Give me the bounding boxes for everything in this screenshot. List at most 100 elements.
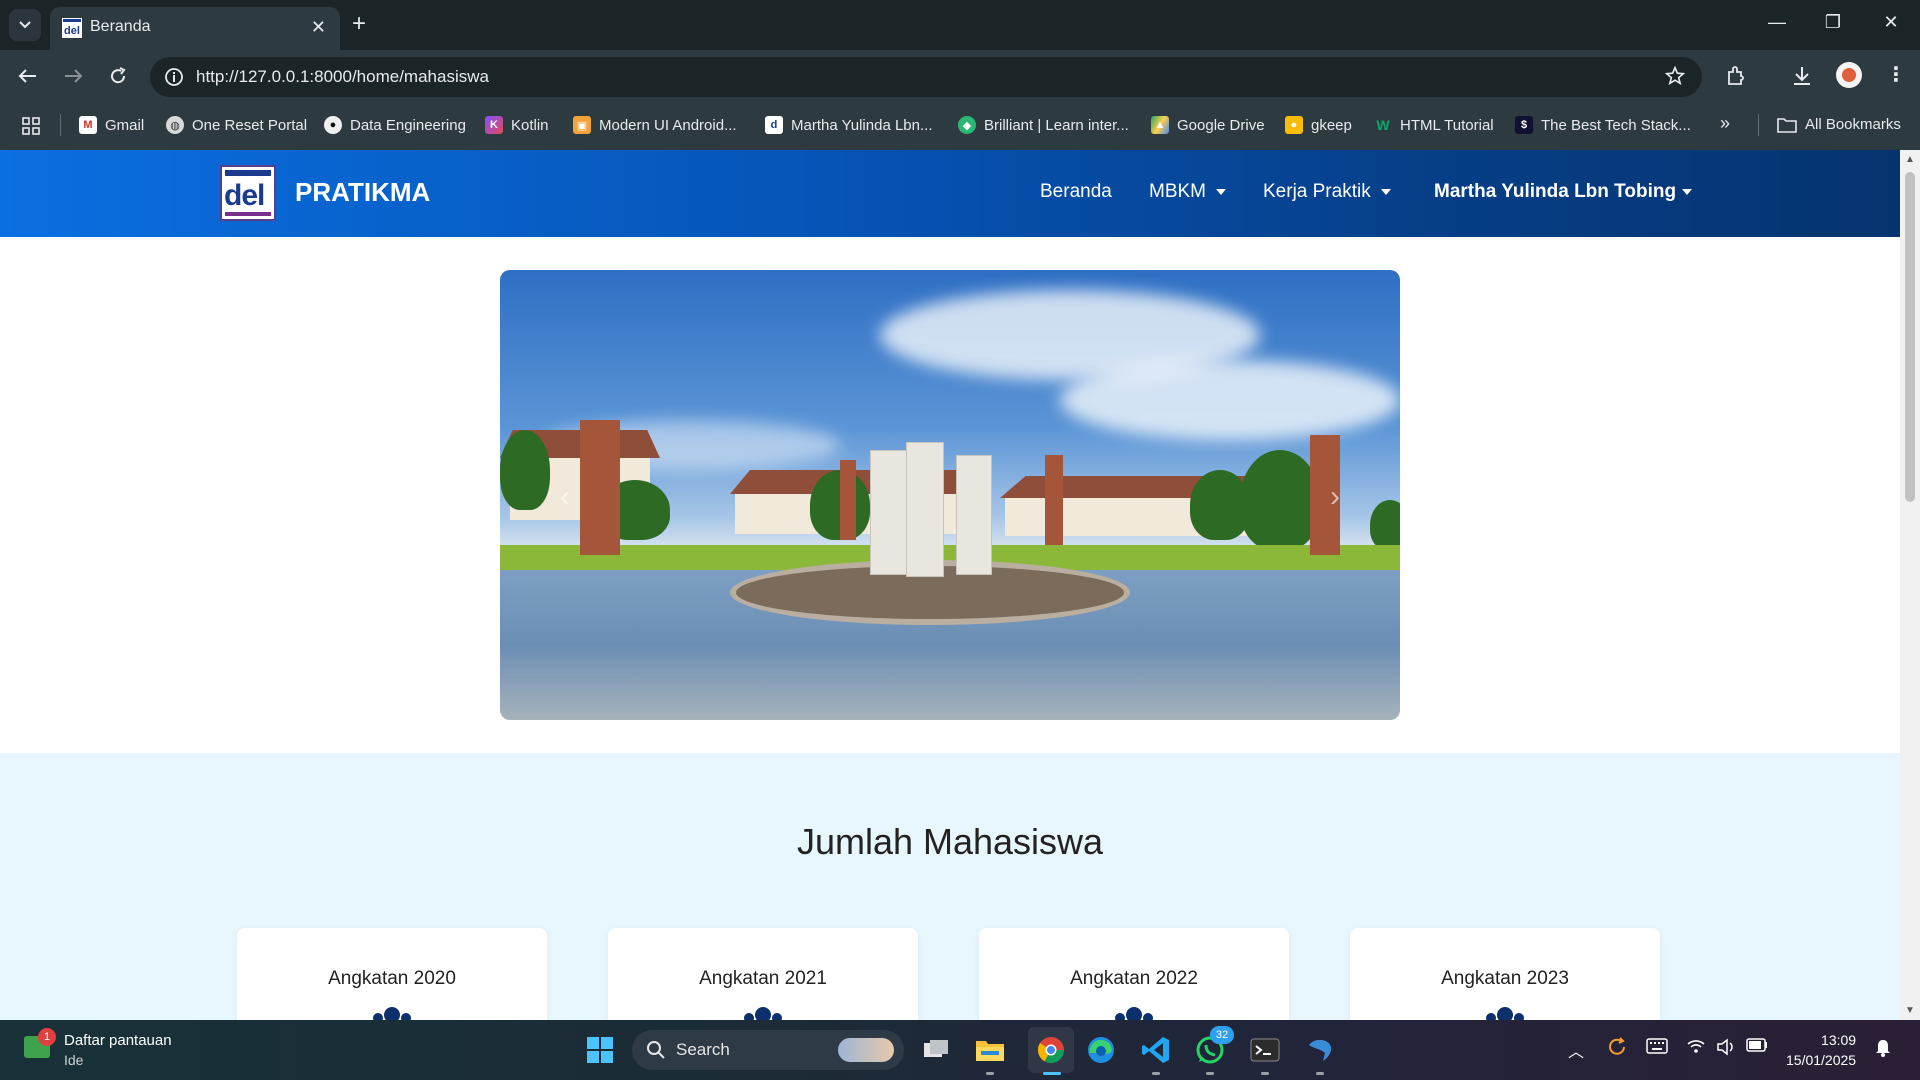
start-button[interactable] <box>582 1032 618 1068</box>
hero-tree <box>1370 500 1400 550</box>
taskbar-edge[interactable] <box>1083 1032 1119 1068</box>
running-indicator <box>1206 1072 1214 1075</box>
site-navbar: del PRATIKMA Beranda MBKM Kerja Praktik … <box>0 150 1900 237</box>
nav-user-label: Martha Yulinda Lbn Tobing <box>1434 181 1677 202</box>
wifi-icon[interactable] <box>1686 1038 1706 1054</box>
bookmark-star-icon[interactable] <box>1664 65 1686 87</box>
system-clock[interactable]: 13:09 15/01/2025 <box>1786 1030 1856 1070</box>
scrollbar-thumb[interactable] <box>1905 172 1915 502</box>
site-info-icon[interactable] <box>164 67 184 87</box>
bookmark-gmail[interactable]: M Gmail <box>79 116 144 134</box>
site-logo[interactable]: del <box>220 165 276 221</box>
carousel-next-icon[interactable]: › <box>1330 480 1340 514</box>
browser-tab-active[interactable]: del Beranda ✕ <box>50 7 340 50</box>
techstack-icon: $ <box>1515 116 1533 134</box>
windows-start-icon <box>587 1037 613 1063</box>
scroll-up-icon[interactable]: ▲ <box>1905 154 1915 165</box>
back-button[interactable] <box>14 64 42 88</box>
restore-icon[interactable]: ❐ <box>1818 12 1848 33</box>
bookmark-label: gkeep <box>1311 116 1352 134</box>
bookmark-html-tutorial[interactable]: W HTML Tutorial <box>1374 116 1494 134</box>
page-scrollbar[interactable]: ▲ ▼ <box>1900 150 1920 1020</box>
nav-kerja-praktik-dropdown[interactable]: Kerja Praktik <box>1263 181 1391 203</box>
minimize-icon[interactable]: — <box>1762 12 1792 33</box>
running-indicator <box>1152 1072 1160 1075</box>
running-indicator <box>1261 1072 1269 1075</box>
running-indicator <box>986 1072 994 1075</box>
bookmark-label: Modern UI Android... <box>599 116 737 134</box>
taskbar-search[interactable]: Search <box>632 1030 904 1070</box>
tray-overflow-icon[interactable]: ︿ <box>1568 1038 1584 1062</box>
apps-grid-icon[interactable] <box>22 117 40 135</box>
bookmark-one-reset-portal[interactable]: ◍ One Reset Portal <box>166 116 307 134</box>
sync-icon[interactable] <box>1606 1036 1628 1058</box>
bookmark-label: Martha Yulinda Lbn... <box>791 116 933 134</box>
taskbar-mysql-workbench[interactable] <box>1302 1032 1338 1068</box>
bookmark-kotlin[interactable]: K Kotlin <box>485 116 549 134</box>
users-group-icon <box>373 1007 411 1020</box>
logo-band-bottom <box>225 212 271 216</box>
notification-bell-icon[interactable] <box>1874 1038 1892 1058</box>
nav-beranda-label: Beranda <box>1040 181 1112 202</box>
search-highlight-icon <box>838 1038 894 1062</box>
close-window-icon[interactable]: ✕ <box>1876 12 1906 33</box>
bookmark-modern-ui-android[interactable]: ▣ Modern UI Android... <box>573 116 737 134</box>
bookmarks-divider <box>1758 114 1759 136</box>
battery-icon[interactable] <box>1746 1038 1768 1052</box>
bookmark-data-engineering[interactable]: ● Data Engineering <box>324 116 466 134</box>
dolphin-icon <box>1309 1039 1332 1061</box>
nav-mbkm-label: MBKM <box>1149 181 1206 202</box>
active-indicator <box>1043 1072 1061 1075</box>
taskbar-chrome[interactable] <box>1028 1027 1074 1073</box>
address-bar[interactable]: http://127.0.0.1:8000/home/mahasiswa <box>150 57 1702 97</box>
bookmark-best-tech-stack[interactable]: $ The Best Tech Stack... <box>1515 116 1691 134</box>
all-bookmarks-folder[interactable]: All Bookmarks <box>1777 116 1901 133</box>
windows-taskbar: 1 Daftar pantauan Ide Search 32 ︿ 13:09 … <box>0 1020 1920 1080</box>
nav-beranda[interactable]: Beranda <box>1040 181 1112 203</box>
all-bookmarks-label: All Bookmarks <box>1805 116 1901 133</box>
bookmark-gkeep[interactable]: ● gkeep <box>1285 116 1352 134</box>
download-icon[interactable] <box>1790 64 1814 88</box>
bookmark-brilliant[interactable]: ◆ Brilliant | Learn inter... <box>958 116 1129 134</box>
arrow-left-icon <box>18 69 36 83</box>
nav-user-dropdown[interactable]: Martha Yulinda Lbn Tobing <box>1434 181 1693 203</box>
bookmark-label: Brilliant | Learn inter... <box>984 116 1129 134</box>
hero-cloud <box>1060 360 1400 440</box>
running-indicator <box>1316 1072 1324 1075</box>
del-icon: d <box>765 116 783 134</box>
forward-button[interactable] <box>59 64 87 88</box>
edge-icon <box>1088 1037 1114 1063</box>
bookmark-label: HTML Tutorial <box>1400 116 1494 134</box>
keyboard-icon[interactable] <box>1646 1038 1668 1054</box>
bookmark-label: Data Engineering <box>350 116 466 134</box>
reload-button[interactable] <box>104 64 132 88</box>
taskbar-vscode[interactable] <box>1138 1032 1174 1068</box>
bookmark-martha-yulinda[interactable]: d Martha Yulinda Lbn... <box>765 116 933 134</box>
new-tab-icon[interactable]: + <box>352 10 366 38</box>
more-bookmarks-icon[interactable]: » <box>1720 113 1730 134</box>
hero-carousel[interactable]: ‹ › <box>500 270 1400 720</box>
scroll-down-icon[interactable]: ▼ <box>1905 1005 1915 1016</box>
site-brand-name[interactable]: PRATIKMA <box>295 177 430 208</box>
volume-icon[interactable] <box>1716 1038 1736 1056</box>
hero-brick-pillar <box>840 460 856 540</box>
stat-card: Angkatan 2023 <box>1350 928 1660 1020</box>
taskbar-whatsapp[interactable]: 32 <box>1192 1026 1234 1068</box>
bookmark-label: Google Drive <box>1177 116 1265 134</box>
taskbar-file-explorer[interactable] <box>972 1032 1008 1068</box>
url-text[interactable]: http://127.0.0.1:8000/home/mahasiswa <box>196 67 489 87</box>
stat-card-label: Angkatan 2022 <box>1070 968 1198 989</box>
nav-mbkm-dropdown[interactable]: MBKM <box>1149 181 1226 203</box>
carousel-prev-icon[interactable]: ‹ <box>560 480 570 514</box>
profile-avatar[interactable] <box>1836 62 1862 88</box>
tab-close-icon[interactable]: ✕ <box>311 17 326 38</box>
tab-search-button[interactable] <box>9 9 41 41</box>
bookmark-google-drive[interactable]: ▲ Google Drive <box>1151 116 1265 134</box>
menu-kebab-icon[interactable]: ⋮ <box>1886 62 1906 87</box>
taskbar-task-view[interactable] <box>918 1032 954 1068</box>
extensions-icon[interactable] <box>1724 64 1748 88</box>
clock-date: 15/01/2025 <box>1786 1052 1857 1068</box>
taskbar-terminal[interactable] <box>1247 1032 1283 1068</box>
bookmarks-divider <box>60 114 61 136</box>
keep-icon: ● <box>1285 116 1303 134</box>
